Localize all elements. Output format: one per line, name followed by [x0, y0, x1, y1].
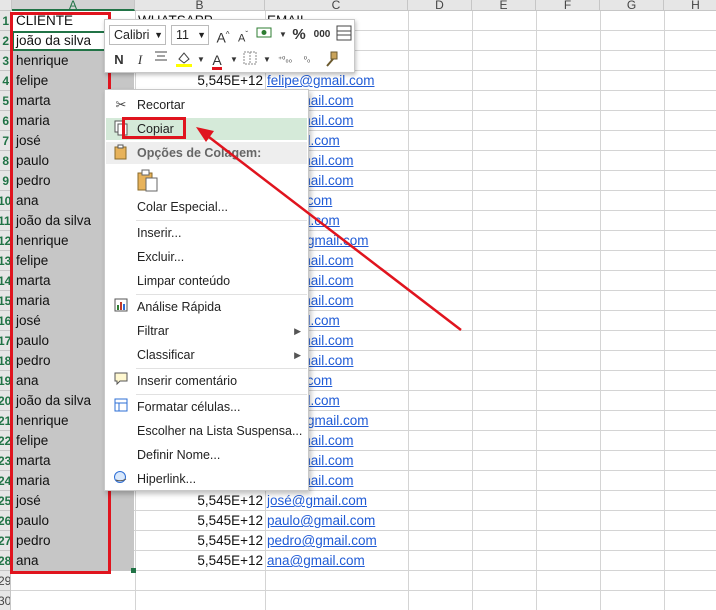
menu-separator	[136, 368, 307, 369]
fill-handle[interactable]	[131, 568, 136, 573]
menu-item-label: Inserir...	[137, 226, 182, 240]
bold-button[interactable]: N	[109, 50, 129, 70]
menu-item-label: Hiperlink...	[137, 472, 197, 486]
menu-item-define-name[interactable]: Definir Nome...	[106, 444, 307, 466]
font-size-select[interactable]: 11 ▼	[171, 25, 209, 45]
cell-email[interactable]: pedro@gmail.com	[267, 531, 437, 551]
menu-item-label: Formatar células...	[137, 400, 241, 414]
format-painter-table-button[interactable]	[334, 25, 354, 45]
grow-font-button[interactable]: A^	[213, 25, 233, 46]
menu-item-label: Excluir...	[137, 250, 185, 264]
font-name-select[interactable]: Calibri ▼	[109, 25, 166, 45]
comment-icon	[112, 372, 130, 390]
context-menu: ✂ Recortar Copiar Opções de Colagem: Col…	[104, 89, 309, 491]
menu-item-label: Opções de Colagem:	[137, 146, 262, 160]
decrease-decimal-button[interactable]: ⁰₀	[297, 50, 317, 70]
cell-whatsapp[interactable]: 5,545E+12	[135, 531, 263, 551]
clipboard-icon	[137, 169, 158, 192]
align-center-icon	[155, 51, 167, 61]
cell-email[interactable]: paulo@gmail.com	[267, 511, 437, 531]
cell-email[interactable]: ana@gmail.com	[267, 551, 437, 571]
chevron-down-icon[interactable]: ▼	[257, 50, 277, 70]
column-header-c[interactable]: C	[265, 0, 408, 12]
menu-item-format-cells[interactable]: Formatar células...	[106, 396, 307, 418]
scissors-icon: ✂	[115, 97, 127, 112]
menu-item-label: Colar Especial...	[137, 200, 229, 214]
grid-line	[11, 590, 716, 591]
paste-options-header: Opções de Colagem:	[106, 142, 307, 164]
column-header-b[interactable]: B	[135, 0, 265, 12]
paste-button[interactable]	[135, 168, 161, 194]
menu-item-label: Limpar conteúdo	[137, 274, 231, 288]
chevron-right-icon: ▶	[294, 326, 301, 336]
align-center-button[interactable]	[151, 50, 171, 70]
table-format-icon	[336, 25, 352, 41]
font-name-value: Calibri	[114, 28, 150, 42]
annotation-box-copy	[122, 117, 186, 139]
column-header-d[interactable]: D	[408, 0, 472, 12]
row-header[interactable]: 30	[0, 591, 11, 610]
shrink-font-button[interactable]: Aˇ	[233, 25, 253, 45]
menu-separator	[136, 220, 307, 221]
cell-whatsapp[interactable]: 5,545E+12	[135, 511, 263, 531]
column-header-g[interactable]: G	[600, 0, 664, 12]
italic-button[interactable]: I	[130, 50, 150, 70]
paste-icon	[112, 144, 130, 162]
column-header-a[interactable]: A	[12, 0, 135, 12]
menu-item-clear-contents[interactable]: Limpar conteúdo	[106, 270, 307, 292]
cell-email[interactable]: felipe@gmail.com	[267, 71, 437, 91]
format-painter-button[interactable]	[321, 50, 341, 70]
annotation-box-column	[10, 12, 111, 574]
menu-item-label: Definir Nome...	[137, 448, 221, 462]
menu-item-label: Inserir comentário	[137, 374, 238, 388]
chevron-right-icon: ▶	[294, 350, 301, 360]
menu-item-label: Filtrar	[137, 324, 169, 338]
paintbrush-icon	[326, 51, 338, 67]
cell-email[interactable]: josé@gmail.com	[267, 491, 437, 511]
cell-whatsapp[interactable]: 5,545E+12	[135, 491, 263, 511]
font-size-value: 11	[176, 28, 189, 42]
increase-decimal-button[interactable]: ⁺⁰₀₀	[275, 50, 295, 70]
menu-item-filter[interactable]: Filtrar ▶	[106, 320, 307, 342]
cell-whatsapp[interactable]: 5,545E+12	[135, 551, 263, 571]
menu-item-label: Recortar	[137, 98, 185, 112]
menu-item-pick-from-list[interactable]: Escolher na Lista Suspensa...	[106, 420, 307, 442]
menu-separator	[136, 394, 307, 395]
menu-item-label: Escolher na Lista Suspensa...	[137, 424, 303, 438]
menu-separator	[136, 294, 307, 295]
format-cells-icon	[112, 398, 130, 416]
menu-item-sort[interactable]: Classificar ▶	[106, 344, 307, 366]
column-header-f[interactable]: F	[536, 0, 600, 12]
mini-toolbar: Calibri ▼ 11 ▼ A^ Aˇ ▼ % 000 N I ▼ A ▼ ▼…	[104, 19, 355, 73]
column-header-h[interactable]: H	[664, 0, 716, 12]
chevron-down-icon: ▼	[154, 30, 163, 40]
borders-icon	[243, 51, 257, 65]
thousands-separator-button[interactable]: 000	[312, 25, 332, 45]
font-color-icon: A	[212, 52, 222, 70]
menu-item-paste-special[interactable]: Colar Especial...	[106, 196, 307, 218]
grow-font-icon: A	[216, 29, 226, 46]
menu-item-insert-comment[interactable]: Inserir comentário	[106, 370, 307, 392]
currency-format-button[interactable]	[255, 25, 275, 45]
currency-icon	[256, 27, 272, 38]
hyperlink-icon	[112, 470, 130, 488]
menu-item-hyperlink[interactable]: Hiperlink...	[106, 468, 307, 490]
row-header[interactable]: 29	[0, 571, 11, 591]
column-header-e[interactable]: E	[472, 0, 536, 12]
cell-whatsapp[interactable]: 5,545E+12	[135, 71, 263, 91]
menu-item-delete[interactable]: Excluir...	[106, 246, 307, 268]
menu-item-label: Classificar	[137, 348, 195, 362]
menu-item-insert[interactable]: Inserir...	[106, 222, 307, 244]
percent-button[interactable]: %	[289, 25, 309, 45]
menu-item-label: Análise Rápida	[137, 300, 222, 314]
menu-item-quick-analysis[interactable]: Análise Rápida	[106, 296, 307, 318]
quick-analysis-icon	[112, 298, 130, 316]
select-all-corner[interactable]	[0, 0, 12, 11]
chevron-down-icon: ▼	[197, 30, 206, 40]
menu-item-cut[interactable]: ✂ Recortar	[106, 94, 307, 116]
